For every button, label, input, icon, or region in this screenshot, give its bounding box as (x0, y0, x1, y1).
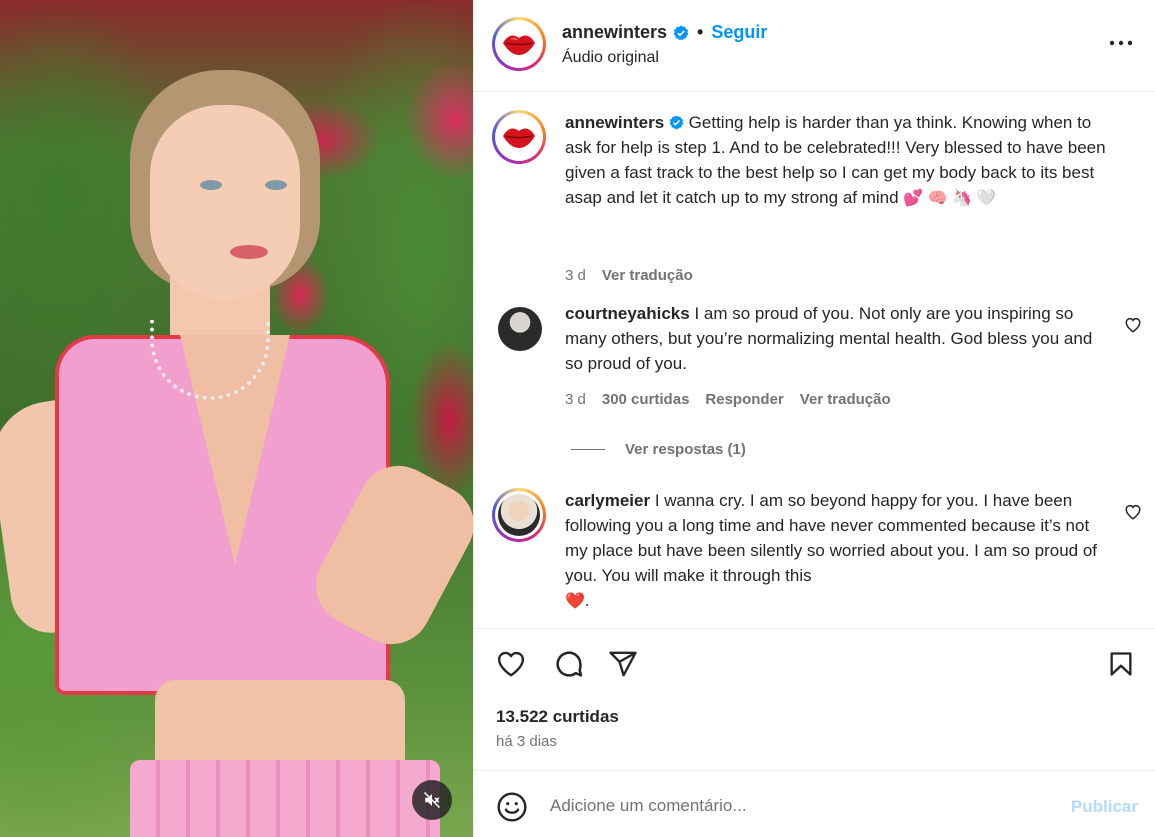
comment-trailing-punct: . (584, 591, 590, 610)
add-comment-bar: Publicar (474, 770, 1155, 837)
media-figure-eye (265, 180, 287, 190)
media-figure-face (150, 105, 300, 300)
verified-badge-icon (673, 25, 689, 40)
commenter-photo (498, 307, 542, 351)
media-figure-lips (230, 245, 268, 259)
post-media-video[interactable] (0, 0, 473, 837)
bookmark-icon (1110, 652, 1132, 676)
post-header: annewinters • Seguir Áudio original (474, 0, 1155, 92)
commenter-avatar[interactable] (492, 301, 546, 355)
emoji-picker-button[interactable] (496, 791, 528, 823)
comment-translate-button[interactable]: Ver tradução (800, 391, 891, 408)
publish-button[interactable]: Publicar (1071, 797, 1138, 817)
comment-like-heart-icon[interactable] (1124, 316, 1142, 334)
smiley-icon (497, 792, 527, 822)
comment-like-heart-icon[interactable] (1124, 503, 1142, 521)
comment-button[interactable] (552, 647, 586, 681)
comment-input[interactable] (550, 789, 1050, 823)
commenter-photo (498, 494, 540, 536)
caption-age[interactable]: 3 d (565, 267, 586, 284)
commenter-avatar[interactable] (492, 488, 546, 542)
post-caption: annewinters Getting help is harder than … (492, 110, 1142, 300)
mute-icon (423, 791, 441, 809)
save-button[interactable] (1104, 647, 1138, 681)
comment-item: courtneyahicks I am so proud of you. Not… (492, 301, 1142, 431)
caption-meta: 3 d Ver tradução (565, 267, 693, 284)
paper-plane-icon (609, 651, 637, 677)
verified-badge-icon (669, 115, 684, 130)
author-line: annewinters • Seguir (562, 22, 767, 43)
like-button[interactable] (494, 647, 528, 681)
post-actions: 13.522 curtidas há 3 dias (474, 628, 1155, 770)
post-details-panel: annewinters • Seguir Áudio original anne… (473, 0, 1155, 837)
author-avatar[interactable] (492, 110, 546, 164)
mute-button[interactable] (412, 780, 452, 820)
author-avatar[interactable] (492, 17, 546, 71)
author-username[interactable]: annewinters (562, 22, 667, 43)
caption-text-block: annewinters Getting help is harder than … (565, 110, 1110, 210)
likes-count[interactable]: 13.522 curtidas (496, 707, 619, 727)
caption-emojis: 💕 🧠 🦄 🤍 (903, 190, 997, 207)
follow-button[interactable]: Seguir (711, 22, 767, 43)
comment-likes-count[interactable]: 300 curtidas (602, 391, 690, 408)
comment-icon (556, 651, 583, 677)
reply-button[interactable]: Responder (705, 391, 783, 408)
caption-username[interactable]: annewinters (565, 113, 664, 132)
separator-dot: • (697, 22, 704, 42)
red-lips-logo-icon (498, 116, 540, 158)
heart-icon (497, 651, 525, 677)
comments-list[interactable]: annewinters Getting help is harder than … (474, 93, 1155, 628)
comment-text-block: carlymeier I wanna cry. I am so beyond h… (565, 488, 1110, 613)
comment-meta: 3 d 300 curtidas Responder Ver tradução (565, 391, 891, 408)
media-figure-eye (200, 180, 222, 190)
view-replies-button[interactable]: Ver respostas (1) (571, 441, 746, 458)
comment-age[interactable]: 3 d (565, 391, 586, 408)
comment-username[interactable]: courtneyahicks (565, 304, 690, 323)
red-lips-logo-icon (498, 23, 540, 65)
post-timestamp[interactable]: há 3 dias (496, 733, 557, 750)
comment-heart-emoji: ❤️ (565, 593, 585, 610)
share-button[interactable] (606, 647, 640, 681)
more-horizontal-icon (1109, 40, 1133, 46)
caption-translate-button[interactable]: Ver tradução (602, 267, 693, 284)
media-figure-skirt (130, 760, 440, 837)
comment-item: carlymeier I wanna cry. I am so beyond h… (492, 488, 1142, 628)
audio-label[interactable]: Áudio original (562, 49, 659, 67)
comment-text-block: courtneyahicks I am so proud of you. Not… (565, 301, 1110, 376)
more-options-button[interactable] (1108, 30, 1134, 56)
view-replies-label: Ver respostas (1) (625, 441, 746, 458)
comment-username[interactable]: carlymeier (565, 491, 650, 510)
replies-divider-line (571, 449, 605, 450)
